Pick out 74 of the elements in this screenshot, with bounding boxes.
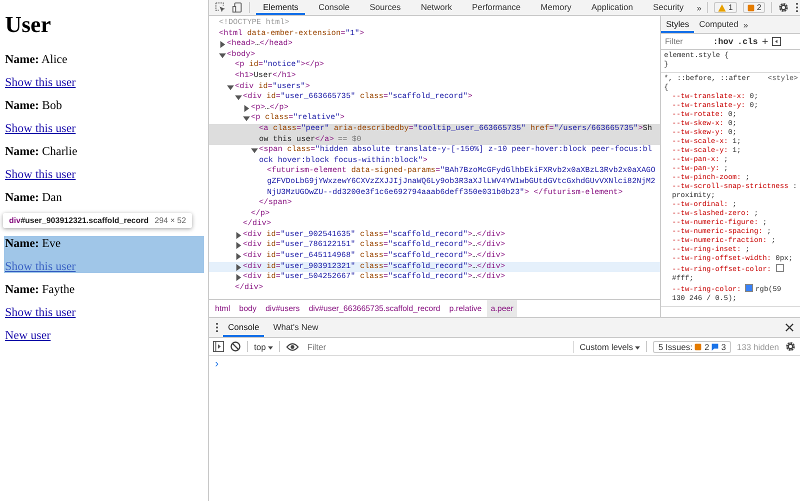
class-button[interactable]: .cls xyxy=(737,36,758,46)
element-selector: div#user_903912321.scaffold_record xyxy=(9,216,149,225)
show-user-link[interactable]: Show this user xyxy=(5,305,76,319)
drawer-tab[interactable]: Console xyxy=(223,318,264,337)
collapsed-triangle-icon[interactable] xyxy=(235,232,242,239)
collapsed-triangle-icon[interactable] xyxy=(235,264,242,271)
eye-icon[interactable] xyxy=(286,342,300,352)
breadcrumb[interactable]: html xyxy=(211,300,234,317)
sidebar-tab[interactable]: Computed xyxy=(694,16,744,33)
console-filter-field[interactable]: Filter xyxy=(305,340,574,352)
caret-icon xyxy=(268,346,274,350)
panel-tab[interactable]: Elements xyxy=(256,0,306,15)
new-rule-button[interactable]: + xyxy=(762,36,768,48)
settings-icon[interactable] xyxy=(778,2,790,13)
expanded-triangle-icon[interactable] xyxy=(235,94,242,102)
issues-button[interactable]: 5 Issues: 2 3 xyxy=(653,340,731,352)
panel-tab[interactable]: Network xyxy=(414,0,459,15)
more-tabs-button[interactable]: » xyxy=(696,2,702,12)
breadcrumb[interactable]: div#user_663665735.scaffold_record xyxy=(304,300,444,317)
caret-icon xyxy=(635,346,640,350)
issue-flag-icon xyxy=(694,342,702,350)
panel-tab[interactable]: Application xyxy=(584,0,640,15)
console-prompt[interactable]: › xyxy=(209,356,225,372)
message-icon xyxy=(711,342,720,350)
hover-state-button[interactable]: :hov xyxy=(713,36,734,46)
drawer-tab[interactable]: What's New xyxy=(268,318,324,337)
element-size: 294 × 52 xyxy=(154,216,186,225)
expanded-triangle-icon[interactable] xyxy=(219,52,226,59)
show-user-link[interactable]: Show this user xyxy=(5,121,76,135)
collapsed-triangle-icon[interactable] xyxy=(235,242,242,250)
show-user-link[interactable]: Show this user xyxy=(5,167,76,181)
panel-tab[interactable]: Console xyxy=(311,0,357,15)
issues-badge[interactable]: 2 xyxy=(742,2,766,13)
collapsed-triangle-icon[interactable] xyxy=(235,274,242,282)
clear-console-icon[interactable] xyxy=(230,341,241,352)
expanded-triangle-icon[interactable] xyxy=(243,115,250,122)
expanded-triangle-icon[interactable] xyxy=(227,84,234,91)
sidebar-tab[interactable]: Styles xyxy=(661,16,694,33)
new-user-link[interactable]: New user xyxy=(5,328,51,342)
user-name: Name: Alice xyxy=(5,52,68,66)
context-dropdown[interactable]: top xyxy=(254,342,274,352)
expanded-triangle-icon[interactable] xyxy=(251,147,258,154)
more-options-icon[interactable] xyxy=(215,322,219,333)
user-name: Name: Eve xyxy=(5,236,62,250)
panel-tab[interactable]: Memory xyxy=(534,0,578,15)
hidden-count: 133 hidden xyxy=(736,342,779,352)
user-name: Name: Faythe xyxy=(5,282,76,296)
warnings-badge[interactable]: 1 xyxy=(714,2,737,13)
color-swatch[interactable] xyxy=(745,284,754,292)
settings-icon[interactable] xyxy=(785,341,796,352)
close-icon[interactable] xyxy=(785,323,794,332)
sidebar-toggle-icon[interactable] xyxy=(213,341,224,352)
color-swatch[interactable] xyxy=(776,264,784,272)
device-toolbar-icon[interactable] xyxy=(232,2,243,13)
user-name: Name: Charlie xyxy=(5,144,78,158)
user-name: Name: Bob xyxy=(5,98,63,112)
more-tabs-button[interactable]: » xyxy=(743,16,748,33)
user-name: Name: Dan xyxy=(5,190,63,204)
breadcrumb[interactable]: p.relative xyxy=(445,300,486,317)
breadcrumb[interactable]: div#users xyxy=(261,300,304,317)
breadcrumb[interactable]: a.peer xyxy=(486,300,518,317)
more-options-icon[interactable] xyxy=(795,2,800,13)
show-user-link[interactable]: Show this user xyxy=(5,75,76,89)
page-heading: User xyxy=(5,12,52,38)
breadcrumb[interactable]: body xyxy=(235,300,260,317)
panel-tab[interactable]: Sources xyxy=(362,0,408,15)
panel-tab[interactable]: Performance xyxy=(465,0,528,15)
collapsed-triangle-icon[interactable] xyxy=(235,253,242,260)
inspect-icon[interactable] xyxy=(215,2,226,13)
log-levels-dropdown[interactable]: Custom levels xyxy=(580,342,640,352)
collapsed-triangle-icon[interactable] xyxy=(219,41,226,48)
sidebar-toggle-icon[interactable] xyxy=(772,37,782,46)
panel-tab[interactable]: Security xyxy=(646,0,691,15)
collapsed-triangle-icon[interactable] xyxy=(243,104,250,112)
